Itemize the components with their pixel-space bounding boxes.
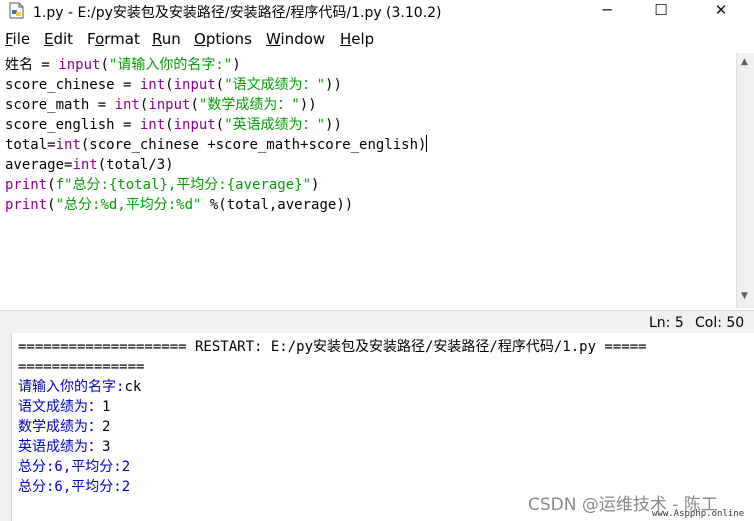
code-keyword: input [173, 77, 216, 93]
shell-prompt: 语文成绩为： [18, 399, 102, 415]
code-line: average=int(total/3) [5, 155, 174, 175]
minimize-button[interactable]: ─ [582, 0, 632, 22]
close-button[interactable]: ✕ [696, 0, 746, 22]
shell-prompt: 英语成绩为： [18, 439, 102, 455]
code-text: (score_chinese +score_math+score_english… [80, 137, 427, 153]
code-keyword: print [5, 197, 48, 213]
code-text: score_math = [5, 97, 115, 113]
code-text: ( [47, 197, 56, 213]
shell-output-line: 总分:6,平均分:2 [18, 459, 131, 475]
code-keyword: int [139, 77, 166, 93]
code-string: "请输入你的名字:" [108, 57, 233, 73]
code-line: score_chinese = int(input("语文成绩为：")) [5, 75, 342, 95]
text-cursor [426, 135, 428, 152]
code-keyword: int [55, 137, 81, 153]
restart-banner-cont: =============== [18, 359, 145, 375]
status-line: Ln: 5 [649, 315, 684, 331]
status-bar: Ln: 5 Col: 50 [0, 310, 754, 333]
code-string: "数学成绩为：" [198, 97, 300, 113]
shell-prompt-line: 数学成绩为：2 [18, 417, 110, 437]
shell-prompt-line: 语文成绩为：1 [18, 397, 110, 417]
code-text: %(total,average)) [201, 197, 354, 213]
python-file-icon [9, 2, 24, 19]
code-text: ( [100, 57, 109, 73]
code-text: ) [311, 177, 320, 193]
menu-edit[interactable]: Edit [44, 30, 73, 48]
site-watermark: www.Aspphp.online [652, 509, 745, 519]
editor-scrollbar[interactable]: ▲ ▼ [736, 53, 754, 308]
shell-answer: 2 [102, 419, 111, 435]
code-string: "总分:%d,平均分:%d" [55, 197, 202, 213]
code-string: "语文成绩为：" [224, 77, 326, 93]
menu-help[interactable]: Help [340, 30, 374, 48]
code-keyword: int [72, 157, 98, 173]
code-string: "英语成绩为：" [224, 117, 326, 133]
code-keyword: input [148, 97, 191, 113]
shell-prompt: 请输入你的名字: [18, 379, 125, 395]
code-text: (total/3) [97, 157, 174, 173]
window-title: 1.py - E:/py安装包及安装路径/安装路径/程序代码/1.py (3.1… [33, 5, 442, 21]
code-line: total=int(score_chinese +score_math+scor… [5, 135, 428, 155]
shell-answer: 1 [102, 399, 111, 415]
code-text: ( [215, 117, 225, 133]
menu-file[interactable]: File [5, 30, 30, 48]
maximize-button[interactable]: ☐ [636, 0, 686, 22]
restart-banner: ==================== RESTART: E:/py安装包及安… [18, 339, 647, 355]
menu-window[interactable]: Window [266, 30, 325, 48]
title-bar: 1.py - E:/py安装包及安装路径/安装路径/程序代码/1.py (3.1… [0, 0, 754, 22]
code-text: )) [325, 117, 342, 133]
shell-prompt-line: 请输入你的名字:ck [18, 377, 141, 397]
code-keyword: int [139, 117, 166, 133]
code-text: total= [5, 137, 56, 153]
shell-answer: 3 [102, 439, 111, 455]
scroll-down-icon[interactable]: ▼ [741, 291, 748, 301]
code-line: print(f"总分:{total},平均分:{average}") [5, 175, 319, 195]
scroll-up-icon[interactable]: ▲ [741, 57, 748, 67]
code-line: print("总分:%d,平均分:%d" %(total,average)) [5, 195, 353, 215]
code-line: score_english = int(input("英语成绩为：")) [5, 115, 342, 135]
code-keyword: print [5, 177, 48, 193]
code-line: score_math = int(input("数学成绩为：")) [5, 95, 317, 115]
code-string: f"总分:{total},平均分:{average}" [55, 177, 312, 193]
code-keyword: int [114, 97, 140, 113]
menu-run[interactable]: Run [152, 30, 181, 48]
shell-output-line: 总分:6,平均分:2 [18, 479, 131, 495]
code-text: 姓名 = [5, 57, 59, 73]
status-column: Col: 50 [695, 315, 745, 331]
code-text: score_english = [5, 117, 140, 133]
menu-bar: File Edit Format Run Options Window Help [0, 28, 754, 50]
code-text: score_chinese = [5, 77, 140, 93]
shell-gutter [0, 333, 12, 521]
code-line: 姓名 = input("请输入你的名字:") [5, 55, 241, 75]
shell-prompt-line: 英语成绩为：3 [18, 437, 110, 457]
shell-answer: ck [124, 379, 142, 395]
code-text: ( [165, 117, 174, 133]
code-text: ( [165, 77, 174, 93]
shell-prompt: 数学成绩为： [18, 419, 102, 435]
menu-options[interactable]: Options [194, 30, 252, 48]
code-editor[interactable]: 姓名 = input("请输入你的名字:") score_chinese = in… [0, 53, 736, 308]
code-text: ( [47, 177, 56, 193]
code-keyword: input [58, 57, 101, 73]
menu-format[interactable]: Format [87, 30, 140, 48]
code-text: average= [5, 157, 73, 173]
code-text: ( [215, 77, 225, 93]
code-text: )) [325, 77, 342, 93]
code-text: )) [299, 97, 317, 113]
code-text: ) [232, 57, 241, 73]
code-text: ( [190, 97, 199, 113]
code-keyword: input [173, 117, 216, 133]
